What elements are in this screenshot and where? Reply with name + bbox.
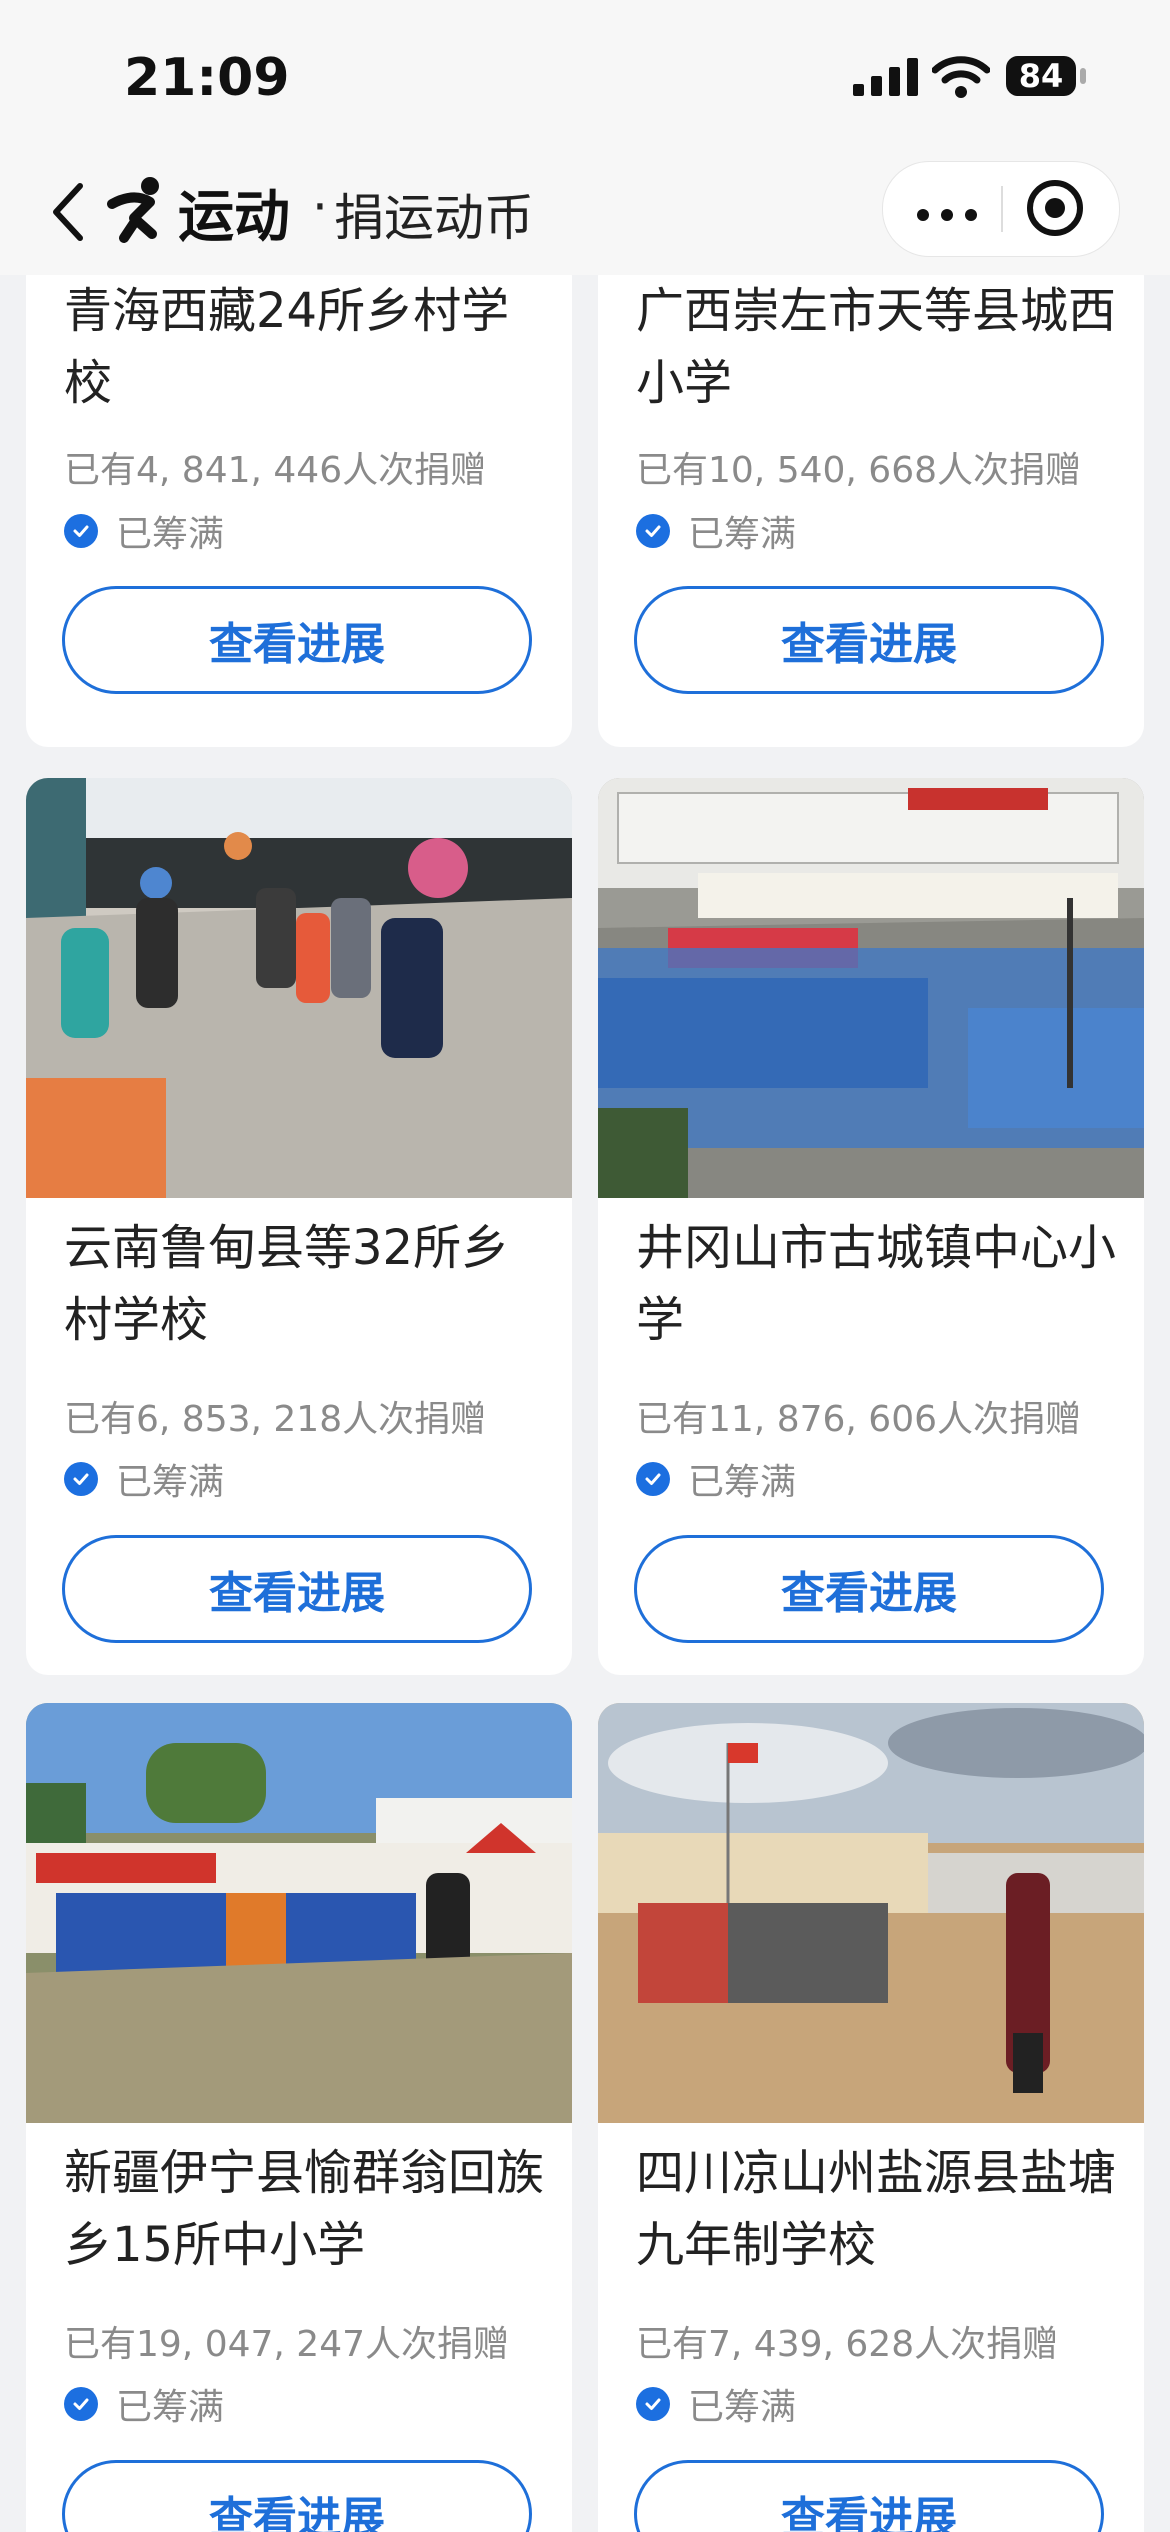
status-text: 已筹满: [116, 1462, 225, 1503]
check-circle-icon: [636, 514, 670, 548]
project-card[interactable]: 新疆伊宁县愉群翁回族乡15所中小学 已有19, 047, 247人次捐赠 已筹满…: [26, 1703, 572, 2532]
project-photo: [598, 778, 1144, 1198]
view-progress-button[interactable]: 查看进展: [62, 2460, 532, 2532]
project-card[interactable]: 广西崇左市天等县城西小学 已有10, 540, 668人次捐赠 已筹满 查看进展: [598, 275, 1144, 747]
card-status: 已筹满: [636, 2378, 796, 2430]
battery-nub: [1080, 68, 1086, 84]
status-text: 已筹满: [116, 514, 225, 555]
project-photo: [598, 1703, 1144, 2123]
view-progress-button[interactable]: 查看进展: [634, 1535, 1104, 1643]
nav-subtitle: 捐运动币: [334, 189, 534, 247]
nav-brand: 运动: [178, 185, 290, 250]
status-text: 已筹满: [688, 2387, 797, 2428]
status-text: 已筹满: [116, 2387, 225, 2428]
check-circle-icon: [636, 1462, 670, 1496]
card-donors: 已有10, 540, 668人次捐赠: [636, 450, 1082, 491]
card-title: 云南鲁甸县等32所乡村学校: [64, 1220, 510, 1348]
more-dots-icon[interactable]: [917, 206, 989, 225]
nav-separator: ·: [312, 178, 328, 236]
card-donors: 已有7, 439, 628人次捐赠: [636, 2324, 1059, 2365]
card-donors: 已有11, 876, 606人次捐赠: [636, 1399, 1082, 1440]
cellular-signal-icon: [853, 58, 918, 96]
status-text: 已筹满: [688, 1462, 797, 1503]
view-progress-button[interactable]: 查看进展: [634, 586, 1104, 694]
check-circle-icon: [64, 2387, 98, 2421]
card-title: 井冈山市古城镇中心小学: [636, 1220, 1117, 1348]
project-card[interactable]: 四川凉山州盐源县盐塘九年制学校 已有7, 439, 628人次捐赠 已筹满 查看…: [598, 1703, 1144, 2532]
card-status: 已筹满: [64, 505, 224, 557]
check-circle-icon: [64, 1462, 98, 1496]
check-circle-icon: [64, 514, 98, 548]
card-status: 已筹满: [64, 1453, 224, 1505]
status-time: 21:09: [124, 48, 290, 108]
navigation-bar: 运动 · 捐运动币: [0, 150, 1170, 275]
card-status: 已筹满: [636, 1453, 796, 1505]
card-donors: 已有6, 853, 218人次捐赠: [64, 1399, 487, 1440]
card-title: 青海西藏24所乡村学校: [64, 283, 510, 411]
view-progress-button[interactable]: 查看进展: [62, 586, 532, 694]
card-title: 四川凉山州盐源县盐塘九年制学校: [636, 2145, 1117, 2273]
card-donors: 已有19, 047, 247人次捐赠: [64, 2324, 510, 2365]
card-status: 已筹满: [64, 2378, 224, 2430]
chevron-left-icon[interactable]: [48, 182, 88, 242]
project-card[interactable]: 井冈山市古城镇中心小学 已有11, 876, 606人次捐赠 已筹满 查看进展: [598, 778, 1144, 1675]
project-card[interactable]: 云南鲁甸县等32所乡村学校 已有6, 853, 218人次捐赠 已筹满 查看进展: [26, 778, 572, 1675]
project-photo: [26, 778, 572, 1198]
view-progress-button[interactable]: 查看进展: [634, 2460, 1104, 2532]
battery-icon: 84: [1006, 56, 1076, 96]
card-title: 新疆伊宁县愉群翁回族乡15所中小学: [64, 2145, 545, 2273]
runner-logo-icon: [107, 177, 159, 243]
card-donors: 已有4, 841, 446人次捐赠: [64, 450, 487, 491]
mini-program-capsule: [882, 161, 1120, 257]
check-circle-icon: [636, 2387, 670, 2421]
wifi-icon: [932, 56, 990, 98]
project-list[interactable]: 青海西藏24所乡村学校 已有4, 841, 446人次捐赠 已筹满 查看进展 广…: [0, 275, 1170, 2532]
target-close-icon[interactable]: [1027, 180, 1083, 236]
card-status: 已筹满: [636, 505, 796, 557]
status-text: 已筹满: [688, 514, 797, 555]
view-progress-button[interactable]: 查看进展: [62, 1535, 532, 1643]
project-card[interactable]: 青海西藏24所乡村学校 已有4, 841, 446人次捐赠 已筹满 查看进展: [26, 275, 572, 747]
card-title: 广西崇左市天等县城西小学: [636, 283, 1117, 411]
capsule-divider: [1001, 186, 1003, 232]
status-bar: 21:09 84: [0, 0, 1170, 150]
project-photo: [26, 1703, 572, 2123]
